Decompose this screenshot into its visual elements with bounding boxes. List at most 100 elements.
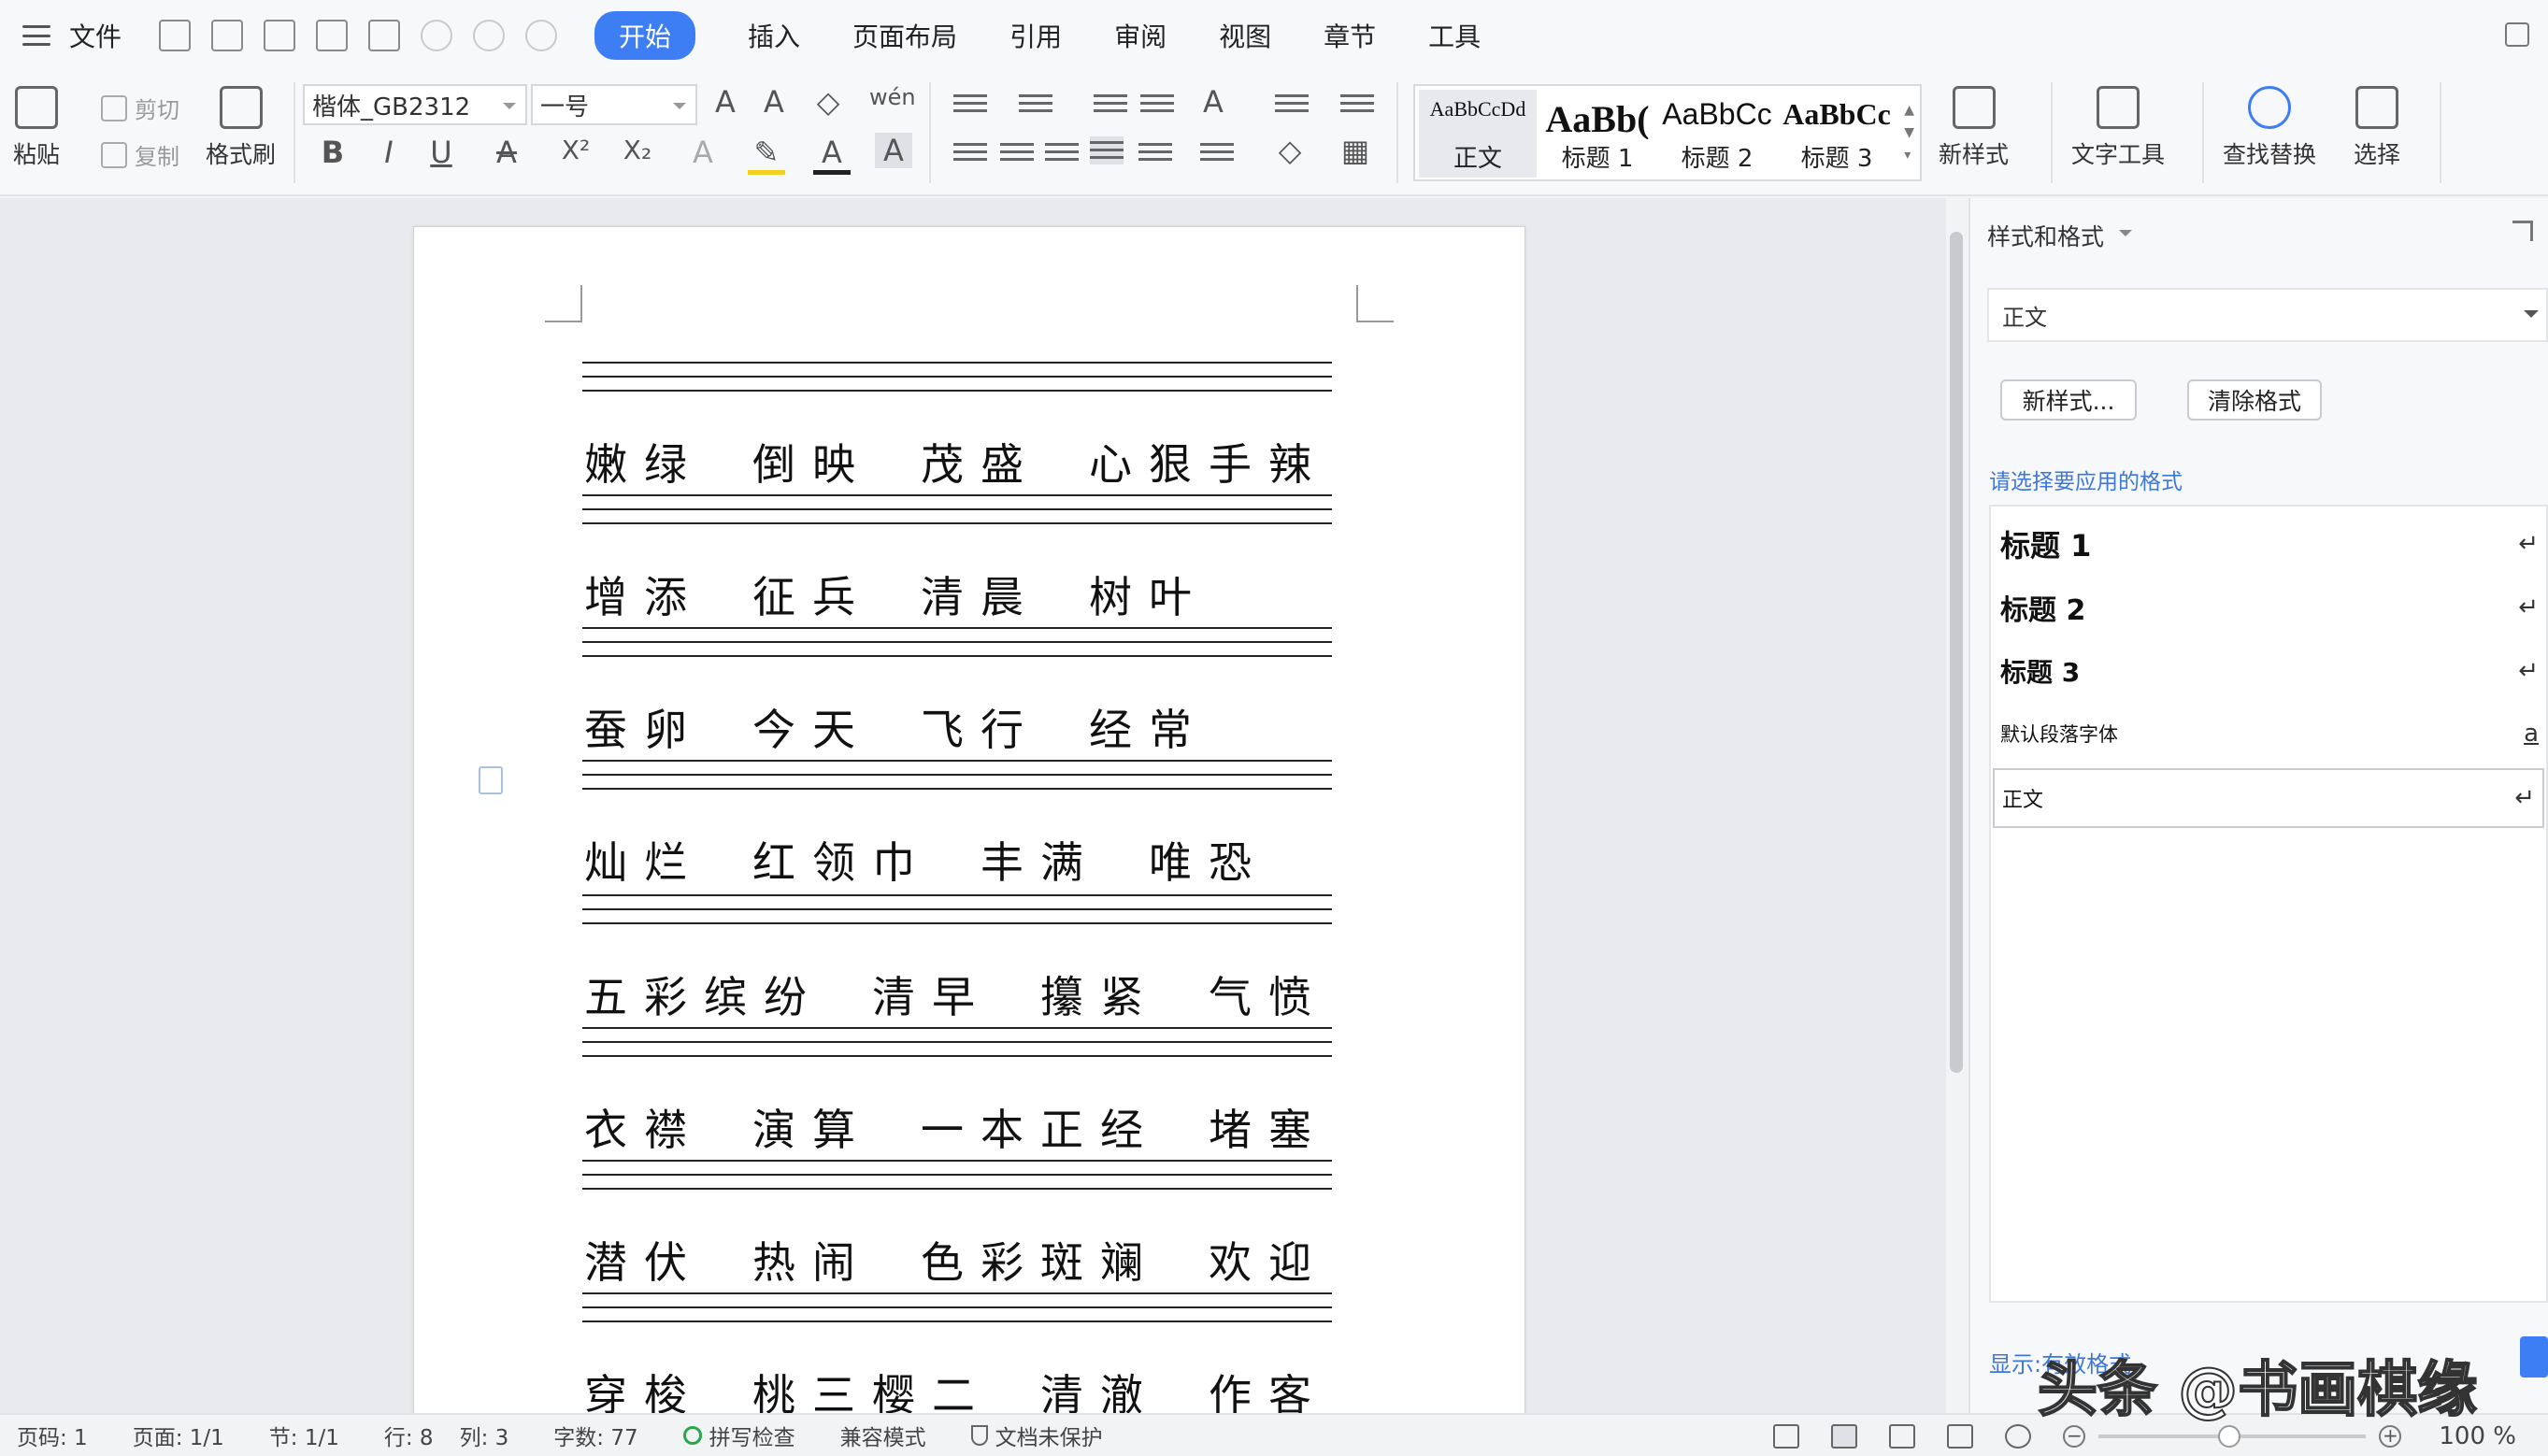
save-icon[interactable] — [211, 20, 244, 51]
cut-button[interactable]: 剪切 — [101, 92, 179, 124]
tab-references[interactable]: 引用 — [1009, 11, 1062, 60]
line-spacing-icon[interactable] — [1200, 138, 1234, 166]
document-page[interactable]: 嫩绿 倒映 茂盛 心狠手辣 增添 征兵 清晨 树叶 蚕卵 今天 飞行 经常 灿烂 红领巾 丰满 唯恐 五… — [413, 226, 1525, 1413]
show-hide-icon[interactable] — [1340, 90, 1374, 118]
word-row[interactable]: 蚕卵 今天 飞行 经常 — [584, 696, 1351, 758]
zoom-slider[interactable] — [2098, 1425, 2367, 1448]
borders-icon[interactable]: ▦ — [1337, 133, 1374, 168]
panel-title[interactable]: 样式和格式 — [1987, 219, 2133, 252]
style-list-item[interactable]: 默认段落字体 a — [2000, 714, 2539, 753]
subscript-button[interactable]: X₂ — [619, 135, 656, 165]
undo-icon[interactable] — [421, 20, 453, 51]
status-section[interactable]: 节: 1/1 — [269, 1420, 339, 1451]
word-row[interactable]: 衣襟 演算 一本正经 堵塞 — [584, 1096, 1351, 1158]
new-style-button[interactable]: 新样式 — [1939, 86, 2009, 170]
tab-view[interactable]: 视图 — [1219, 11, 1271, 60]
style-list-item-selected[interactable]: 正文 ↵ — [1993, 768, 2544, 828]
decrease-indent-icon[interactable] — [1094, 90, 1127, 118]
find-replace-button[interactable]: 查找替换 — [2223, 86, 2316, 170]
pinyin-icon[interactable]: wén — [869, 84, 916, 110]
font-family-select[interactable]: 楷体_GB2312 — [303, 84, 527, 125]
status-page-code[interactable]: 页码: 1 — [17, 1420, 88, 1451]
word-row[interactable]: 潜伏 热闹 色彩斑斓 欢迎 — [584, 1229, 1351, 1291]
style-list-item[interactable]: 标题 3 ↵ — [2000, 649, 2539, 693]
status-page[interactable]: 页面: 1/1 — [133, 1420, 224, 1451]
customize-toolbar-icon[interactable] — [525, 20, 558, 51]
highlight-button[interactable]: ✎ — [748, 135, 785, 175]
gallery-scroll-icon[interactable]: ▲ ▼ ▾ — [1904, 99, 1914, 166]
text-tools-button[interactable]: 文字工具 — [2071, 86, 2165, 170]
page-view-icon[interactable] — [1831, 1424, 1858, 1449]
eye-protect-icon[interactable] — [2005, 1424, 2032, 1449]
tab-home[interactable]: 开始 — [594, 11, 696, 60]
word-row[interactable]: 五彩缤纷 清早 攥紧 气愤 — [584, 964, 1351, 1025]
strikethrough-button[interactable]: A — [488, 135, 525, 170]
text-effect-button[interactable]: A — [684, 135, 722, 170]
style-normal[interactable]: AaBbCcDd 正文 — [1419, 90, 1537, 178]
text-direction-icon[interactable]: A — [1195, 84, 1232, 120]
char-shading-button[interactable]: A — [875, 133, 912, 168]
style-heading-1[interactable]: AaBb( 标题 1 — [1539, 90, 1656, 178]
increase-indent-icon[interactable] — [1140, 90, 1174, 118]
open-icon[interactable] — [159, 20, 192, 51]
font-color-button[interactable]: A — [813, 135, 851, 175]
bold-button[interactable]: B — [314, 135, 351, 170]
outline-view-icon[interactable] — [1889, 1424, 1916, 1449]
select-button[interactable]: 选择 — [2354, 86, 2400, 170]
style-list-item[interactable]: 标题 2 ↵ — [2000, 585, 2539, 630]
copy-button[interactable]: 复制 — [101, 138, 179, 171]
share-icon[interactable] — [2505, 22, 2529, 47]
print-icon[interactable] — [316, 20, 349, 51]
document-area[interactable]: 嫩绿 倒映 茂盛 心狠手辣 增添 征兵 清晨 树叶 蚕卵 今天 飞行 经常 灿烂 红领巾 丰满 唯恐 五… — [0, 198, 1946, 1413]
doc-protection[interactable]: 文档未保护 — [970, 1420, 1103, 1451]
redo-icon[interactable] — [473, 20, 506, 51]
tab-page-layout[interactable]: 页面布局 — [852, 11, 957, 60]
scrollbar-thumb[interactable] — [1950, 232, 1963, 1073]
shrink-font-icon[interactable]: A — [755, 84, 793, 120]
paste-button[interactable]: 粘贴 — [13, 86, 60, 170]
grow-font-icon[interactable]: A — [707, 84, 744, 120]
word-row[interactable]: 嫩绿 倒映 茂盛 心狠手辣 — [584, 431, 1351, 492]
tab-review[interactable]: 审阅 — [1114, 11, 1167, 60]
align-center-icon[interactable] — [1000, 138, 1034, 166]
panel-expand-icon[interactable] — [2512, 221, 2533, 241]
clear-format-button[interactable]: 清除格式 — [2187, 379, 2322, 421]
sort-icon[interactable] — [1275, 90, 1309, 118]
tab-tools[interactable]: 工具 — [1428, 11, 1481, 60]
print-preview-icon[interactable] — [368, 20, 401, 51]
italic-button[interactable]: I — [370, 135, 408, 170]
eraser-icon[interactable]: ◇ — [809, 84, 847, 120]
tab-section[interactable]: 章节 — [1324, 11, 1376, 60]
web-view-icon[interactable] — [1947, 1424, 1974, 1449]
file-menu[interactable]: 文件 — [69, 17, 122, 54]
paragraph-marker-icon[interactable] — [479, 766, 503, 794]
numbered-list-icon[interactable] — [1019, 90, 1052, 118]
zoom-out-icon[interactable]: − — [2063, 1425, 2086, 1448]
superscript-button[interactable]: X² — [557, 135, 594, 165]
display-filter-select[interactable] — [2520, 1336, 2548, 1377]
fullscreen-view-icon[interactable] — [1773, 1424, 1800, 1449]
justify-icon[interactable] — [1090, 136, 1124, 164]
zoom-slider-handle[interactable] — [2218, 1425, 2241, 1448]
word-row[interactable]: 灿烂 红领巾 丰满 唯恐 — [584, 829, 1351, 891]
align-left-icon[interactable] — [953, 138, 987, 166]
format-painter-button[interactable]: 格式刷 — [206, 86, 276, 170]
style-list-item[interactable]: 标题 1 ↵ — [2000, 521, 2539, 566]
zoom-in-icon[interactable]: + — [2379, 1425, 2402, 1448]
font-size-select[interactable]: 一号 — [531, 84, 697, 125]
underline-button[interactable]: U — [422, 135, 460, 170]
hamburger-menu-icon[interactable] — [22, 25, 50, 46]
distributed-icon[interactable] — [1138, 138, 1172, 166]
word-row[interactable]: 穿梭 桃三樱二 清澈 作客 — [584, 1362, 1351, 1413]
align-right-icon[interactable] — [1045, 138, 1079, 166]
tab-insert[interactable]: 插入 — [748, 11, 800, 60]
compat-mode[interactable]: 兼容模式 — [840, 1420, 926, 1451]
export-icon[interactable] — [264, 20, 296, 51]
word-row[interactable]: 增添 征兵 清晨 树叶 — [584, 564, 1351, 625]
shading-icon[interactable]: ◇ — [1271, 133, 1309, 168]
style-heading-3[interactable]: AaBbCc 标题 3 — [1778, 90, 1896, 178]
current-style-select[interactable]: 正文 — [1987, 288, 2548, 342]
status-word-count[interactable]: 字数: 77 — [553, 1420, 637, 1451]
style-heading-2[interactable]: AaBbCc 标题 2 — [1658, 90, 1776, 178]
new-style-panel-button[interactable]: 新样式... — [2000, 379, 2137, 421]
